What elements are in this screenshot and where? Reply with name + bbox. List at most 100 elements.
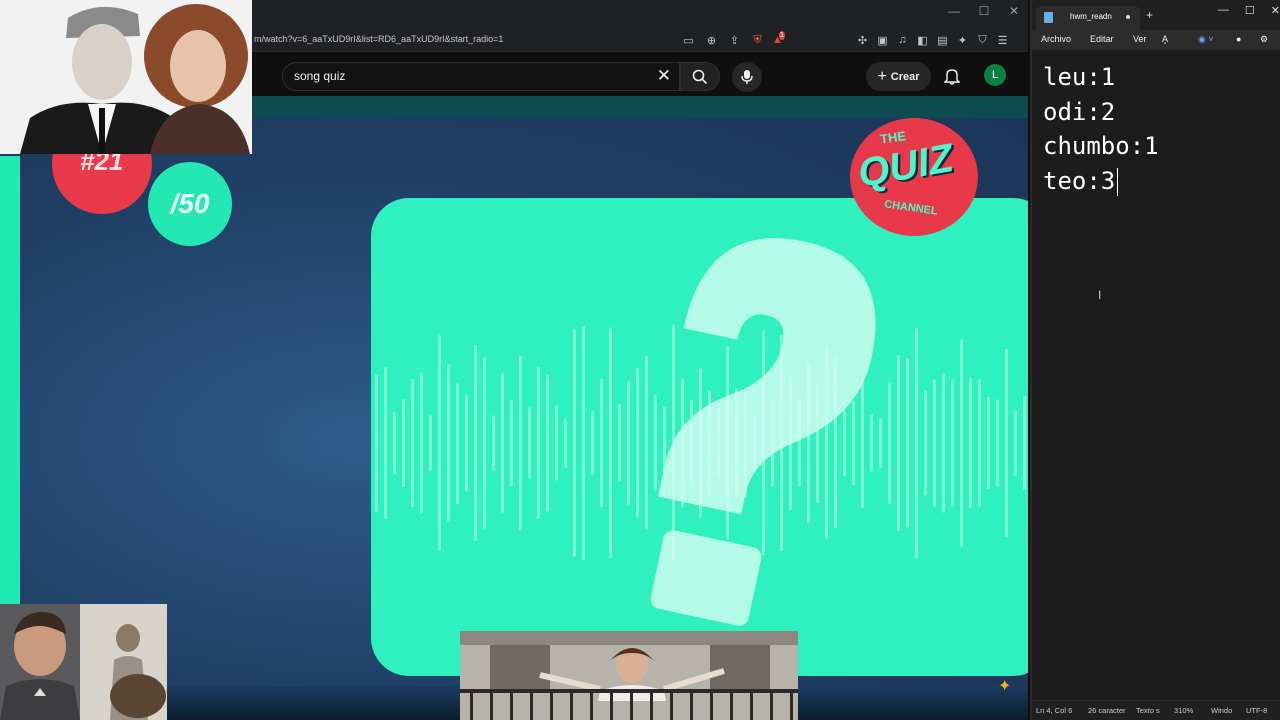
notepad-tab[interactable]: hwm_readn [1036,6,1140,30]
question-total-badge: /50 [148,162,232,246]
waveform-bar [942,373,945,513]
font-size-icon[interactable]: A̧ [1162,34,1168,44]
waveform-bar [537,366,540,520]
browser-window: — ☐ ✕ m/watch?v=6_aaTxUD9rI&list=RD6_aaT… [0,0,1028,720]
address-bar-icons: ▭ ⊕ ⇪ ⛨ ▲ 1 [680,30,789,48]
notifications-button[interactable] [940,63,964,89]
search-input[interactable]: song quiz ✕ [282,62,680,91]
new-tab-button[interactable]: + [1146,8,1153,22]
sidebar-icon[interactable]: ◧ [914,32,931,48]
notepad-close-button[interactable]: ✕ [1271,4,1280,17]
waveform-bar [411,378,414,508]
media-icon[interactable]: ♫ [894,32,911,48]
waveform-bar [888,381,891,505]
copilot-icon[interactable]: ◉ ˅ [1198,34,1214,45]
waveform-bar [1005,348,1008,538]
search-query: song quiz [294,69,346,83]
menu-icon[interactable]: ☰ [994,32,1011,48]
unsaved-dot-icon[interactable] [1126,15,1130,19]
status-encoding: UTF-8 [1246,706,1268,715]
waveform-bar [636,367,639,519]
waveform-bar [474,344,477,542]
waveform-bar [618,404,621,482]
menu-edit[interactable]: Editar [1090,34,1114,44]
audio-waveform [375,238,1026,626]
status-char-count: 26 caracter [1088,706,1126,715]
text-line-content: odi:2 [1043,98,1116,126]
waveform-bar [582,326,585,560]
notepad-maximize-button[interactable]: ☐ [1245,4,1255,17]
close-button[interactable]: ✕ [1006,4,1022,18]
waveform-bar [429,415,432,471]
waveform-bar [960,339,963,547]
text-line-content: leu:1 [1043,63,1116,91]
waveform-bar [987,396,990,490]
waveform-bar [546,374,549,512]
account-icon[interactable]: ● [1236,34,1241,44]
waveform-bar [852,400,855,486]
portrait-pair-image [0,0,252,154]
waveform-bar [591,410,594,476]
settings-gear-icon[interactable]: ⚙ [1260,34,1268,45]
notepad-minimize-button[interactable]: — [1218,4,1229,17]
puzzle-icon[interactable]: ✣ [854,32,871,48]
shield-icon[interactable]: ⛨ [749,32,766,48]
overlay-photo-bottom-left [0,604,167,720]
status-cursor-position: Ln 4, Col 6 [1036,706,1073,715]
screenshot-icon[interactable]: ▣ [874,32,891,48]
notepad-menubar: Archivo Editar Ver A̧ ◉ ˅ ● ⚙ [1032,30,1280,50]
screen: — ☐ ✕ m/watch?v=6_aaTxUD9rI&list=RD6_aaT… [0,0,1280,720]
avatar[interactable]: L [984,64,1006,86]
minimize-button[interactable]: — [946,4,962,18]
notepad-titlebar: hwm_readn + — ☐ ✕ [1032,0,1280,30]
waveform-bar [996,399,999,487]
url-text[interactable]: m/watch?v=6_aaTxUD9rI&list=RD6_aaTxUD9rI… [254,34,503,44]
waveform-bar [573,329,576,557]
plus-icon: + [877,67,887,85]
balcony-photo-image [460,631,798,720]
waveform-bar [951,379,954,507]
notepad-editor[interactable]: leu:1 odi:2 chumbo:1 teo:3 [1032,50,1280,700]
waveform-bar [519,355,522,531]
search-icon [692,69,708,84]
waveform-bar [510,399,513,487]
waveform-bar [1023,395,1026,491]
waveform-bar [861,377,864,509]
waveform-bar [564,417,567,469]
menu-view[interactable]: Ver [1133,34,1147,44]
ai-icon[interactable]: ✦ [954,32,971,48]
wallet-icon[interactable]: ▤ [934,32,951,48]
text-caret [1117,168,1119,196]
bell-icon [944,69,960,85]
search-button[interactable] [680,62,720,91]
star-icon: ✦ [998,678,1012,695]
notepad-statusbar: Ln 4, Col 6 26 caracter Texto s 310% Win… [1032,700,1280,720]
text-line-content: teo:3 [1043,167,1116,195]
waveform-bar [978,379,981,507]
status-zoom[interactable]: 310% [1174,706,1193,715]
waveform-bar [456,381,459,505]
maximize-button[interactable]: ☐ [976,4,992,18]
waveform-bar [879,418,882,468]
waveform-bar [483,357,486,529]
ibeam-cursor-icon: I [1098,288,1102,302]
menu-file[interactable]: Archivo [1041,34,1071,44]
voice-search-button[interactable] [732,62,762,92]
waveform-bar [654,394,657,492]
extension-alert-icon[interactable]: ▲ 1 [772,30,789,48]
cast-icon[interactable]: ▭ [680,32,697,48]
zoom-icon[interactable]: ⊕ [703,32,720,48]
create-button[interactable]: + Crear [866,62,931,91]
status-line-ending: Windo [1211,706,1233,715]
vpn-icon[interactable]: ⛉ [974,32,991,48]
waveform-bar [384,366,387,520]
waveform-bar [627,381,630,505]
waveform-bar [528,407,531,479]
extension-badge: 1 [778,30,785,40]
microphone-icon [741,70,753,84]
share-icon[interactable]: ⇪ [726,32,743,48]
waveform-bar [600,378,603,508]
question-dot [650,530,762,626]
clear-search-icon[interactable]: ✕ [657,66,671,86]
text-line: teo:3 [1043,167,1119,196]
